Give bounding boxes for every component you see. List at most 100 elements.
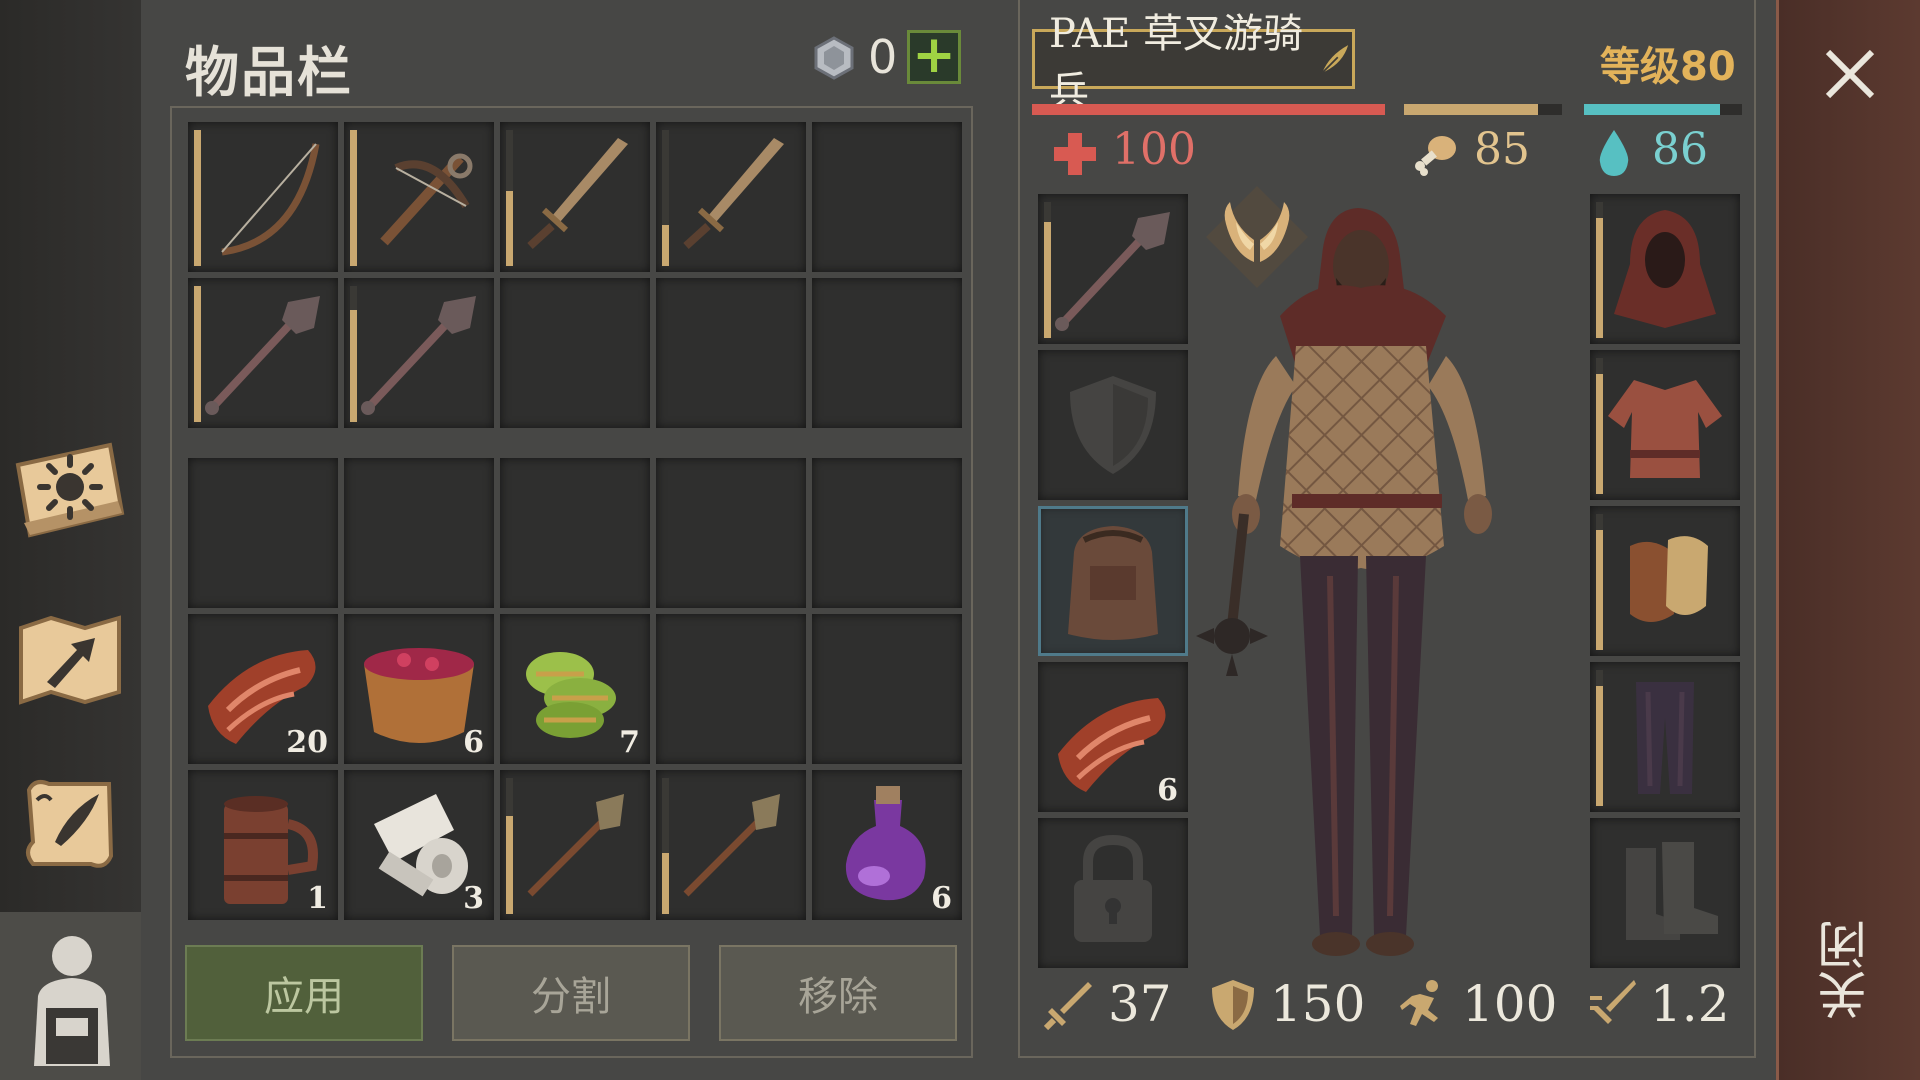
sword-icon xyxy=(683,138,784,249)
remove-button[interactable]: 移除 xyxy=(719,945,957,1041)
item-slot[interactable] xyxy=(1590,350,1740,500)
item-slot[interactable] xyxy=(1038,194,1188,344)
bow-icon xyxy=(221,143,320,256)
empty-slot[interactable] xyxy=(500,278,650,428)
gloves-icon xyxy=(1630,536,1708,622)
inventory-tab-button[interactable] xyxy=(0,912,141,1080)
water-value: 86 xyxy=(1652,124,1708,175)
hood-icon xyxy=(1614,210,1716,328)
split-button[interactable]: 分割 xyxy=(452,945,690,1041)
durability-bar xyxy=(1596,514,1603,650)
water-drop-icon xyxy=(1599,130,1629,176)
empty-slot[interactable] xyxy=(188,458,338,608)
item-slot[interactable] xyxy=(344,278,494,428)
item-slot[interactable] xyxy=(188,122,338,272)
mace-icon xyxy=(205,296,320,415)
apply-button[interactable]: 应用 xyxy=(185,945,423,1041)
food-drumstick-icon xyxy=(1415,136,1456,176)
item-slot[interactable] xyxy=(1590,194,1740,344)
item-slot[interactable] xyxy=(500,122,650,272)
add-currency-button[interactable]: + xyxy=(907,29,961,84)
attack-speed-value: 1.2 xyxy=(1650,975,1730,1033)
speed-runner-icon xyxy=(1400,980,1438,1026)
durability-bar xyxy=(662,778,669,914)
empty-slot[interactable] xyxy=(344,458,494,608)
attack-value: 37 xyxy=(1108,975,1172,1033)
close-label[interactable]: 关闭 xyxy=(1810,920,1890,1020)
map-button[interactable] xyxy=(10,600,130,720)
item-slot[interactable] xyxy=(500,770,650,920)
attack-speed-icon xyxy=(1590,980,1636,1024)
crafting-book-button[interactable] xyxy=(10,430,130,550)
health-cross-icon xyxy=(1054,133,1096,175)
item-slot[interactable] xyxy=(1038,350,1188,500)
empty-slot[interactable] xyxy=(812,278,962,428)
item-slot[interactable] xyxy=(656,770,806,920)
item-slot[interactable]: 20 xyxy=(188,614,338,764)
water-bar xyxy=(1584,104,1742,115)
health-bar xyxy=(1032,104,1385,115)
empty-slot[interactable] xyxy=(656,458,806,608)
health-value: 100 xyxy=(1112,124,1196,175)
empty-slot[interactable] xyxy=(812,122,962,272)
empty-slot[interactable] xyxy=(812,614,962,764)
empty-slot[interactable] xyxy=(500,458,650,608)
character-name: PAE 草叉游骑兵 xyxy=(1049,11,1304,115)
speed-value: 100 xyxy=(1462,975,1558,1033)
item-count: 7 xyxy=(619,725,640,760)
tunic-icon xyxy=(1608,380,1722,478)
item-slot[interactable] xyxy=(1038,506,1188,656)
armor-value: 150 xyxy=(1270,975,1366,1033)
item-slot[interactable] xyxy=(1590,506,1740,656)
item-slot[interactable]: 1 xyxy=(188,770,338,920)
durability-bar xyxy=(1596,358,1603,494)
item-slot[interactable] xyxy=(656,122,806,272)
item-count: 6 xyxy=(931,881,952,916)
journal-button[interactable] xyxy=(10,765,130,885)
mace-icon xyxy=(361,296,476,415)
durability-bar xyxy=(194,130,201,266)
durability-bar xyxy=(506,130,513,266)
food-value: 85 xyxy=(1474,124,1530,175)
character-backpack-icon xyxy=(34,936,110,1066)
item-count: 1 xyxy=(307,881,328,916)
torch-icon xyxy=(527,794,624,897)
map-arrow-icon xyxy=(19,615,121,705)
side-navigation xyxy=(0,0,141,1080)
torch-icon xyxy=(683,794,780,897)
empty-slot[interactable] xyxy=(656,614,806,764)
durability-bar xyxy=(1596,202,1603,338)
crossbow-icon xyxy=(380,153,473,246)
item-slot[interactable] xyxy=(188,278,338,428)
empty-slot[interactable] xyxy=(812,458,962,608)
durability-bar xyxy=(194,286,201,422)
item-slot[interactable] xyxy=(1038,818,1188,968)
item-slot[interactable]: 6 xyxy=(1038,662,1188,812)
sword-icon xyxy=(527,138,628,249)
character-level: 等级80 xyxy=(1600,44,1736,90)
item-count: 6 xyxy=(463,725,484,760)
item-count: 20 xyxy=(286,725,328,760)
item-slot[interactable]: 3 xyxy=(344,770,494,920)
item-slot[interactable]: 7 xyxy=(500,614,650,764)
shield-slot-icon xyxy=(1070,376,1156,474)
item-slot[interactable]: 6 xyxy=(812,770,962,920)
item-slot[interactable] xyxy=(1590,818,1740,968)
item-slot[interactable] xyxy=(1590,662,1740,812)
lock-icon xyxy=(1074,834,1152,942)
trousers-icon xyxy=(1636,682,1694,794)
item-slot[interactable] xyxy=(344,122,494,272)
item-slot[interactable]: 6 xyxy=(344,614,494,764)
character-name-field[interactable]: PAE 草叉游骑兵 xyxy=(1032,11,1355,115)
empty-slot[interactable] xyxy=(656,278,806,428)
character-model xyxy=(1196,208,1492,956)
item-count: 6 xyxy=(1157,773,1178,808)
durability-bar xyxy=(506,778,513,914)
inventory-title: 物品栏 xyxy=(185,41,353,104)
armor-shield-icon xyxy=(1212,980,1254,1030)
sun-book-icon xyxy=(15,442,125,538)
close-panel[interactable] xyxy=(1776,0,1920,1080)
durability-bar xyxy=(662,130,669,266)
close-icon[interactable] xyxy=(1822,46,1878,102)
attack-sword-icon xyxy=(1044,982,1092,1030)
